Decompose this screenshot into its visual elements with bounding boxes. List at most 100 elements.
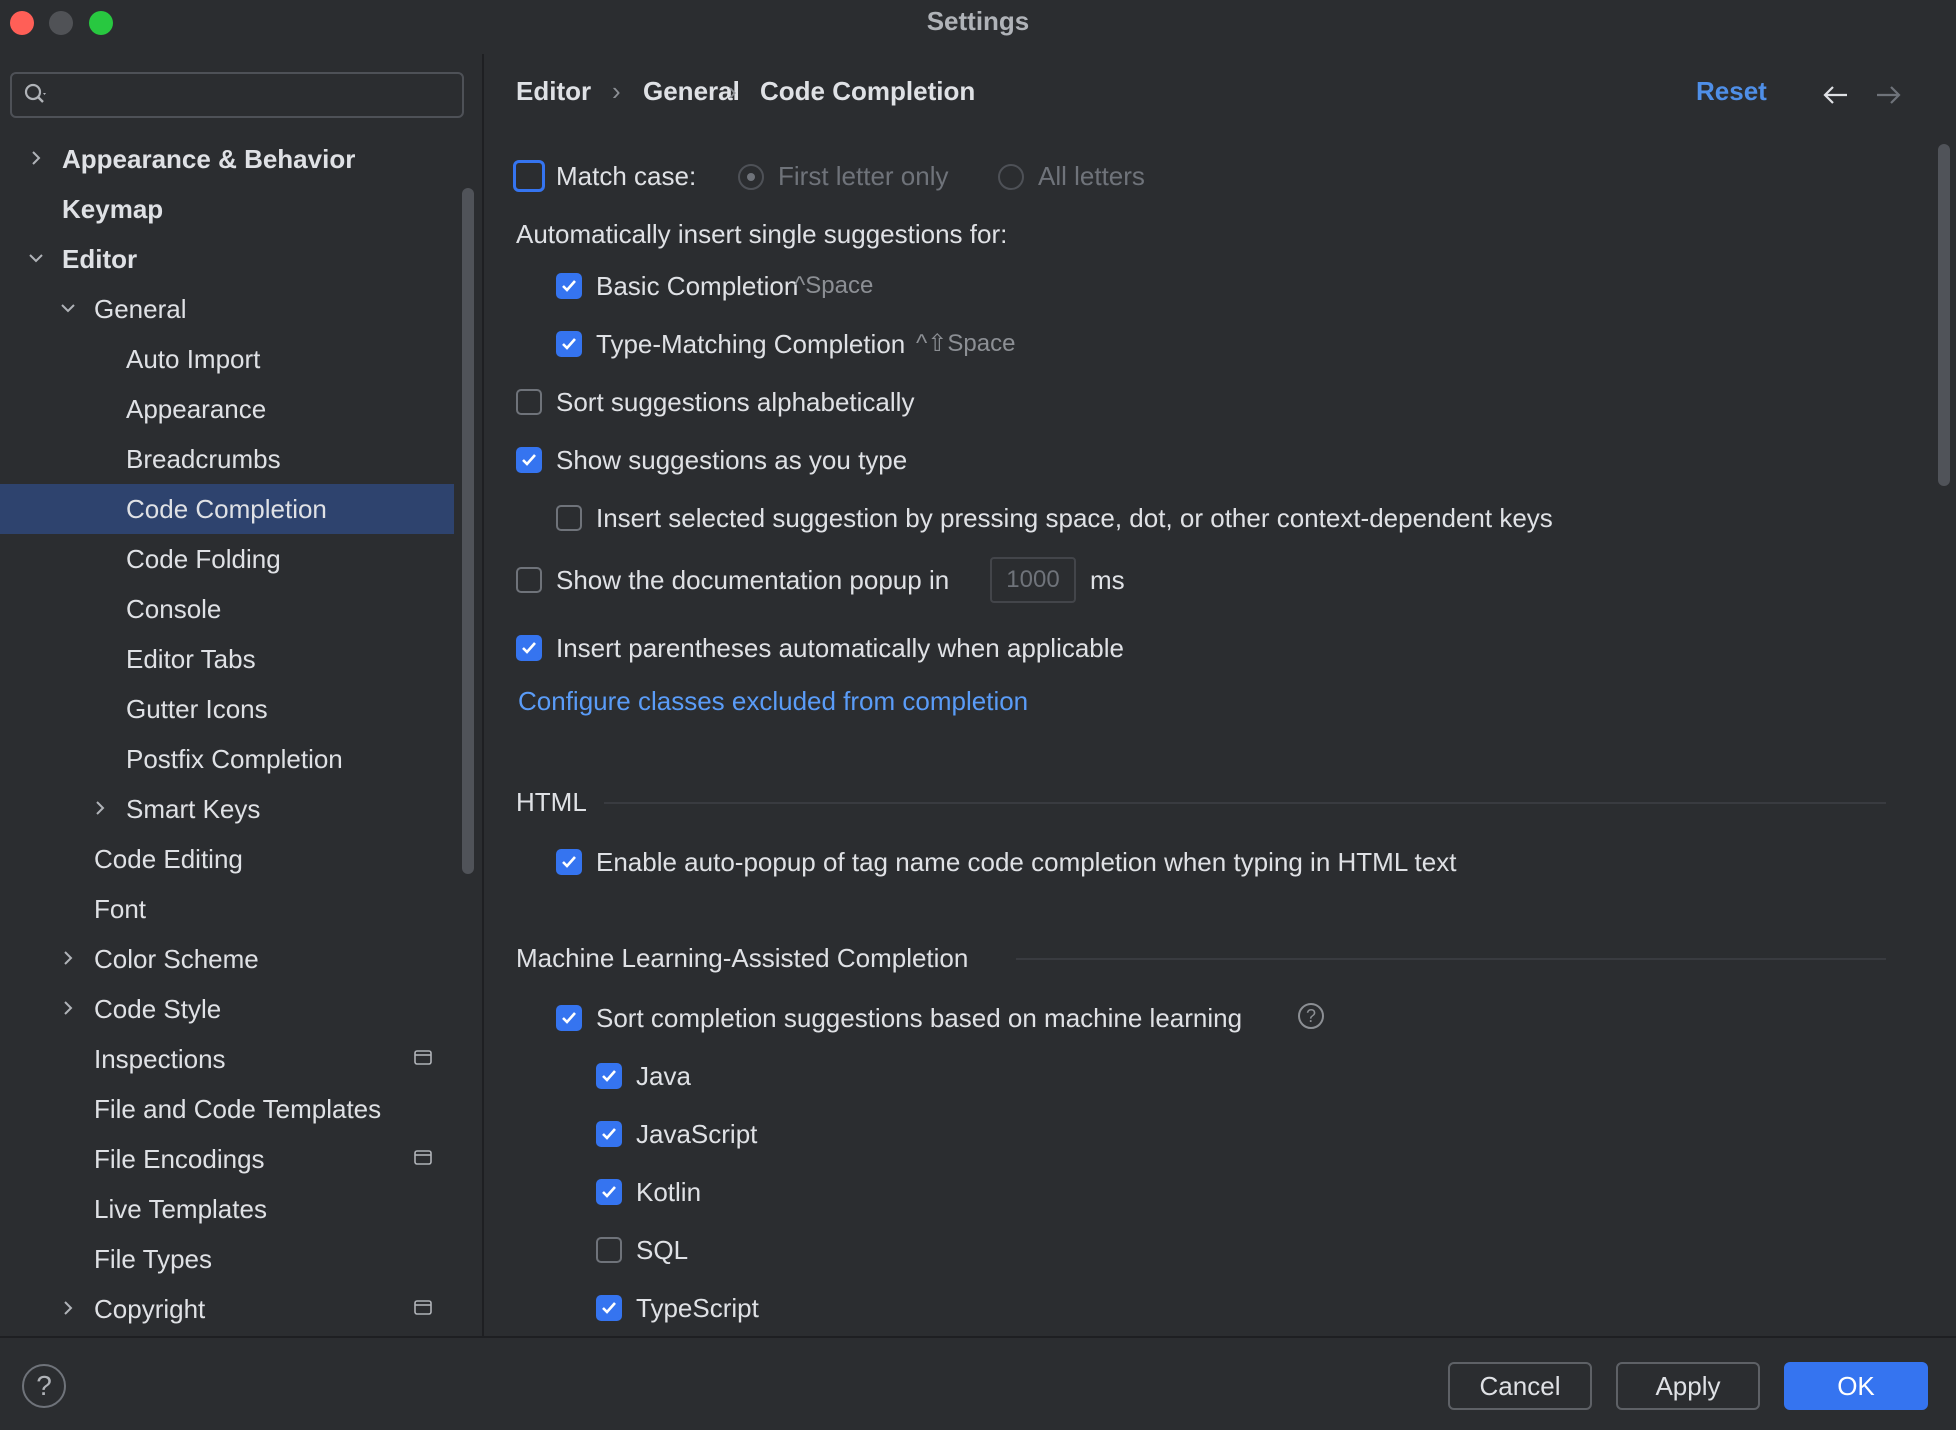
sort-alpha-checkbox[interactable] xyxy=(516,389,542,415)
chevron-right-icon[interactable] xyxy=(90,798,110,818)
chevron-right-icon[interactable] xyxy=(26,148,46,168)
type-matching-checkbox[interactable] xyxy=(556,331,582,357)
tree-item-label: Code Editing xyxy=(94,844,243,874)
tree-item-label: File Types xyxy=(94,1244,213,1274)
section-divider xyxy=(1016,958,1886,960)
content-scrollbar[interactable] xyxy=(1938,144,1950,486)
tree-item-code-style[interactable]: Code Style xyxy=(0,984,454,1034)
tree-item-console[interactable]: Console xyxy=(0,584,454,634)
sort-alpha-row: Sort suggestions alphabetically xyxy=(516,384,1316,420)
tree-item-copyright[interactable]: Copyright xyxy=(0,1284,454,1334)
basic-completion-row: Basic Completion ^Space xyxy=(556,268,1356,304)
tree-item-breadcrumbs[interactable]: Breadcrumbs xyxy=(0,434,454,484)
sql-checkbox[interactable] xyxy=(596,1237,622,1263)
settings-sidebar: Appearance & Behavior Keymap Editor General… xyxy=(0,44,482,1336)
breadcrumb-item-editor[interactable]: Editor xyxy=(516,76,591,107)
ml-language-row-java: Java xyxy=(596,1058,996,1094)
tree-item-file-types[interactable]: File Types xyxy=(0,1234,454,1284)
tree-item-keymap[interactable]: Keymap xyxy=(0,184,454,234)
basic-completion-shortcut: ^Space xyxy=(794,272,874,299)
show-as-type-label: Show suggestions as you type xyxy=(556,445,908,475)
tree-item-font[interactable]: Font xyxy=(0,884,454,934)
tree-item-label: Editor xyxy=(62,244,138,274)
chevron-down-icon[interactable] xyxy=(58,298,78,318)
insert-selected-checkbox[interactable] xyxy=(556,505,582,531)
tree-item-inspections[interactable]: Inspections xyxy=(0,1034,454,1084)
tree-item-editor[interactable]: Editor xyxy=(0,234,454,284)
html-section-title: HTML xyxy=(516,787,587,817)
all-letters-radio[interactable] xyxy=(998,164,1024,190)
doc-popup-checkbox[interactable] xyxy=(516,567,542,593)
chevron-right-icon[interactable] xyxy=(58,998,78,1018)
tree-item-label: Live Templates xyxy=(94,1194,267,1224)
tree-item-appearance-behavior[interactable]: Appearance & Behavior xyxy=(0,134,454,184)
first-letter-radio[interactable] xyxy=(738,164,764,190)
html-autopopup-checkbox[interactable] xyxy=(556,849,582,875)
java-checkbox[interactable] xyxy=(596,1063,622,1089)
java-label: Java xyxy=(636,1061,691,1091)
insert-selected-row: Insert selected suggestion by pressing s… xyxy=(556,500,1756,536)
ok-button[interactable]: OK xyxy=(1784,1362,1928,1410)
basic-completion-checkbox[interactable] xyxy=(556,273,582,299)
type-matching-shortcut: ^⇧Space xyxy=(916,330,1016,357)
help-button[interactable]: ? xyxy=(22,1364,66,1408)
ml-sort-label: Sort completion suggestions based on mac… xyxy=(596,1003,1243,1033)
tree-item-label: Editor Tabs xyxy=(126,644,256,674)
tree-item-auto-import[interactable]: Auto Import xyxy=(0,334,454,384)
show-as-type-checkbox[interactable] xyxy=(516,447,542,473)
configure-excluded-link[interactable]: Configure classes excluded from completi… xyxy=(518,686,1028,717)
breadcrumb-separator: › xyxy=(612,76,621,106)
tree-item-label: Inspections xyxy=(94,1044,226,1074)
first-letter-label: First letter only xyxy=(778,161,949,191)
tree-item-label: Color Scheme xyxy=(94,944,259,974)
chevron-right-icon[interactable] xyxy=(58,1298,78,1318)
ml-language-row-sql: SQL xyxy=(596,1232,996,1268)
insert-parens-row: Insert parentheses automatically when ap… xyxy=(516,630,1316,666)
back-arrow-icon[interactable] xyxy=(1822,84,1850,106)
forward-arrow-icon[interactable] xyxy=(1874,84,1902,106)
tree-item-live-templates[interactable]: Live Templates xyxy=(0,1184,454,1234)
tree-item-file-and-code-templates[interactable]: File and Code Templates xyxy=(0,1084,454,1134)
tree-item-editor-tabs[interactable]: Editor Tabs xyxy=(0,634,454,684)
tree-item-appearance[interactable]: Appearance xyxy=(0,384,454,434)
apply-button[interactable]: Apply xyxy=(1616,1362,1760,1410)
tree-item-general[interactable]: General xyxy=(0,284,454,334)
breadcrumb-item-code-completion: Code Completion xyxy=(760,76,976,106)
breadcrumb-item-general[interactable]: General xyxy=(643,76,740,107)
project-scope-icon xyxy=(414,1150,432,1165)
help-icon[interactable]: ? xyxy=(1298,1003,1324,1029)
tree-item-smart-keys[interactable]: Smart Keys xyxy=(0,784,454,834)
insert-selected-label: Insert selected suggestion by pressing s… xyxy=(596,503,1553,533)
reset-link[interactable]: Reset xyxy=(1696,76,1767,107)
cancel-button[interactable]: Cancel xyxy=(1448,1362,1592,1410)
search-box[interactable] xyxy=(10,72,464,118)
tree-item-color-scheme[interactable]: Color Scheme xyxy=(0,934,454,984)
window-title: Settings xyxy=(926,6,1030,36)
tree-item-file-encodings[interactable]: File Encodings xyxy=(0,1134,454,1184)
doc-popup-row: Show the documentation popup in xyxy=(516,562,1316,598)
checkmark-icon xyxy=(602,1070,616,1082)
tree-item-label: Code Completion xyxy=(126,494,327,524)
tree-item-code-editing[interactable]: Code Editing xyxy=(0,834,454,884)
dialog-footer: ? Cancel Apply OK xyxy=(0,1336,1956,1430)
kotlin-checkbox[interactable] xyxy=(596,1179,622,1205)
sidebar-scrollbar[interactable] xyxy=(462,188,474,874)
search-input[interactable] xyxy=(64,78,448,112)
match-case-checkbox[interactable] xyxy=(513,160,545,192)
tree-item-postfix-completion[interactable]: Postfix Completion xyxy=(0,734,454,784)
insert-parens-checkbox[interactable] xyxy=(516,635,542,661)
tree-item-code-folding[interactable]: Code Folding xyxy=(0,534,454,584)
tree-item-gutter-icons[interactable]: Gutter Icons xyxy=(0,684,454,734)
tree-item-code-completion[interactable]: Code Completion xyxy=(0,484,454,534)
auto-insert-heading: Automatically insert single suggestions … xyxy=(516,219,1008,249)
tree-item-label: Smart Keys xyxy=(126,794,261,824)
typescript-checkbox[interactable] xyxy=(596,1295,622,1321)
checkmark-icon xyxy=(562,338,576,350)
tree-item-label: Font xyxy=(94,894,147,924)
chevron-right-icon[interactable] xyxy=(58,948,78,968)
chevron-down-icon[interactable] xyxy=(26,248,46,268)
doc-popup-delay-input[interactable]: 1000 xyxy=(990,557,1076,603)
tree-item-label: Appearance & Behavior xyxy=(62,144,356,174)
javascript-checkbox[interactable] xyxy=(596,1121,622,1147)
ml-sort-checkbox[interactable] xyxy=(556,1005,582,1031)
